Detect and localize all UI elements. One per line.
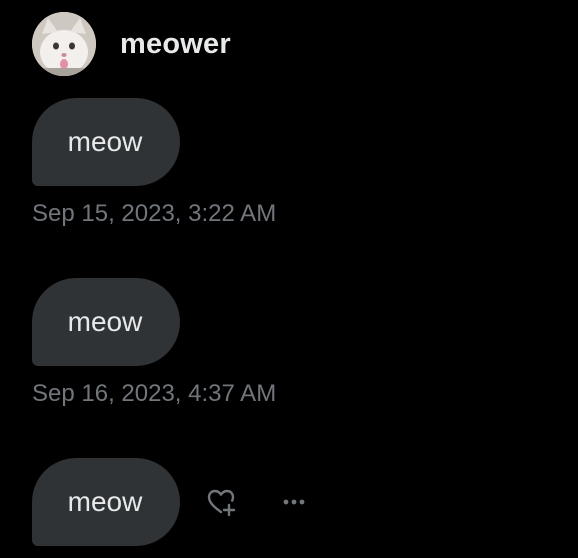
- message-timestamp: Sep 15, 2023, 3:22 AM: [32, 200, 277, 227]
- more-icon: [283, 499, 305, 505]
- message-bubble[interactable]: meow: [32, 278, 180, 366]
- message-bubble[interactable]: meow: [32, 98, 180, 186]
- user-avatar[interactable]: [32, 12, 96, 76]
- cat-avatar-icon: [32, 12, 96, 76]
- message-timestamp: Sep 16, 2023, 4:37 AM: [32, 380, 277, 407]
- add-reaction-button[interactable]: [200, 480, 244, 524]
- conversation-header: meower: [32, 12, 231, 76]
- username[interactable]: meower: [120, 28, 231, 61]
- message-actions: [200, 480, 316, 524]
- more-options-button[interactable]: [272, 480, 316, 524]
- message-bubble[interactable]: meow: [32, 458, 180, 546]
- heart-plus-icon: [207, 489, 236, 517]
